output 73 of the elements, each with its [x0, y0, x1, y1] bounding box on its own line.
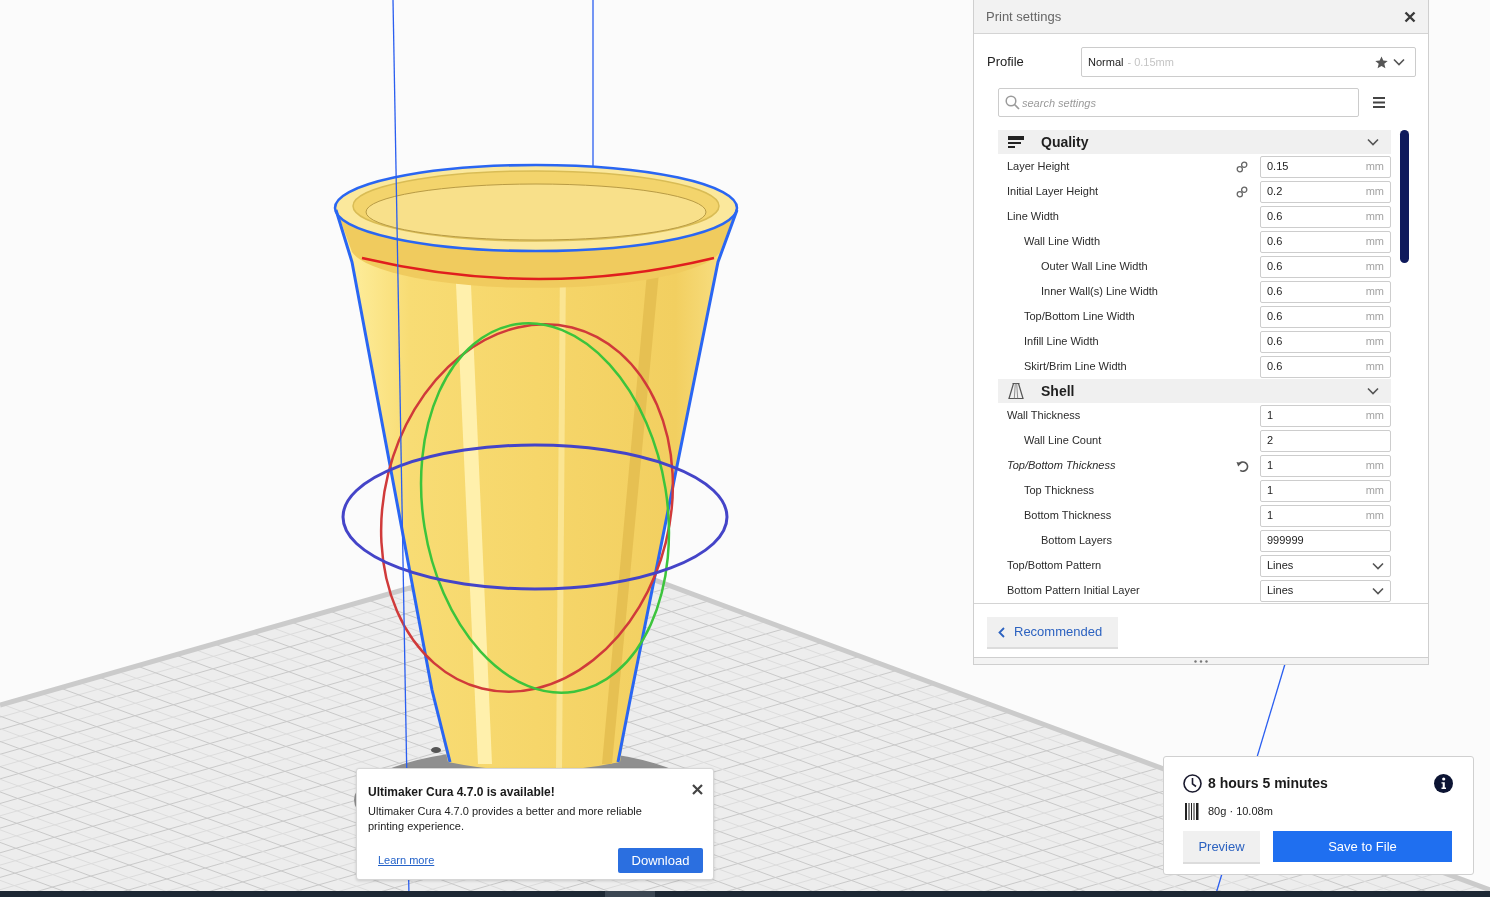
setting-label: Bottom Pattern Initial Layer: [1007, 583, 1140, 599]
setting-label: Line Width: [1007, 209, 1059, 225]
value-field[interactable]: 0.6 mm: [1260, 280, 1391, 303]
link-icon[interactable]: [1236, 160, 1248, 173]
recommended-button[interactable]: Recommended: [987, 617, 1118, 647]
setting-label: Inner Wall(s) Line Width: [1041, 284, 1158, 300]
preview-button[interactable]: Preview: [1183, 831, 1260, 862]
chevron-down-icon: [1372, 561, 1384, 570]
material-usage: 80g · 10.08m: [1208, 804, 1273, 820]
download-button[interactable]: Download: [618, 848, 703, 873]
setting-label: Bottom Layers: [1041, 533, 1112, 549]
chevron-down-icon: [1372, 586, 1384, 595]
category-title: Quality: [1041, 132, 1089, 152]
setting-label: Infill Line Width: [1024, 334, 1099, 350]
reset-icon[interactable]: [1235, 459, 1249, 472]
category-title: Shell: [1041, 381, 1075, 401]
value-field[interactable]: 0.15 mm: [1260, 155, 1391, 178]
profile-label: Profile: [987, 53, 1025, 72]
setting-label: Initial Layer Height: [1007, 184, 1099, 200]
value-field[interactable]: 2: [1260, 429, 1391, 452]
setting-label: Top Thickness: [1024, 483, 1095, 499]
setting-label: Wall Thickness: [1007, 408, 1081, 424]
value-field[interactable]: 1 mm: [1260, 504, 1391, 527]
setting-label: Wall Line Count: [1024, 433, 1102, 449]
setting-label: Skirt/Brim Line Width: [1024, 359, 1127, 375]
search-field[interactable]: search settings: [998, 88, 1359, 117]
category-header[interactable]: Quality: [998, 130, 1391, 154]
value-field[interactable]: 0.6 mm: [1260, 305, 1391, 328]
value-field[interactable]: 0.6 mm: [1260, 330, 1391, 353]
close-icon[interactable]: [1404, 10, 1416, 23]
notification-message: Ultimaker Cura 4.7.0 provides a better and more reliable printing experience.: [368, 804, 643, 834]
clock-icon: [1183, 774, 1202, 793]
setting-label: Outer Wall Line Width: [1041, 259, 1148, 275]
panel-title: Print settings: [986, 7, 1062, 26]
profile-dropdown[interactable]: Normal - 0.15mm: [1081, 47, 1416, 77]
notification-title: Ultimaker Cura 4.7.0 is available!: [368, 784, 555, 801]
setting-label: Wall Line Width: [1024, 234, 1100, 250]
learn-more-link[interactable]: Learn more: [378, 852, 435, 869]
setting-label: Top/Bottom Pattern: [1007, 558, 1102, 574]
setting-label: Bottom Thickness: [1024, 508, 1112, 524]
value-field[interactable]: 1 mm: [1260, 404, 1391, 427]
drag-handle-icon[interactable]: [1194, 659, 1208, 663]
horizontal-bars-icon: [1008, 136, 1024, 148]
rotation-ring[interactable]: [341, 443, 729, 591]
chevron-down-icon[interactable]: [1367, 138, 1379, 146]
trapezoid-icon: [1008, 382, 1024, 400]
value-field[interactable]: 0.2 mm: [1260, 180, 1391, 203]
dropdown[interactable]: Lines: [1260, 554, 1391, 577]
star-icon[interactable]: [1375, 55, 1388, 69]
link-icon[interactable]: [1236, 185, 1248, 198]
setting-label: Layer Height: [1007, 159, 1070, 175]
menu-icon[interactable]: [1373, 97, 1385, 108]
dropdown[interactable]: Lines: [1260, 579, 1391, 602]
setting-label: Top/Bottom Line Width: [1024, 309, 1135, 325]
value-field[interactable]: 0.6 mm: [1260, 255, 1391, 278]
chevron-left-icon: [998, 626, 1005, 638]
chevron-down-icon[interactable]: [1367, 387, 1379, 395]
vertical-lines-icon: [1185, 803, 1199, 820]
close-icon[interactable]: [692, 784, 703, 795]
value-field[interactable]: 999999: [1260, 529, 1391, 552]
save-to-file-button[interactable]: Save to File: [1273, 831, 1452, 862]
scrollbar[interactable]: [1400, 130, 1409, 263]
category-header[interactable]: Shell: [998, 379, 1391, 403]
value-field[interactable]: 0.6 mm: [1260, 355, 1391, 378]
chevron-down-icon: [1393, 58, 1405, 66]
value-field[interactable]: 1 mm: [1260, 479, 1391, 502]
value-field[interactable]: 0.6 mm: [1260, 230, 1391, 253]
setting-label: Top/Bottom Thickness: [1007, 458, 1116, 474]
print-time: 8 hours 5 minutes: [1208, 774, 1328, 793]
info-icon[interactable]: [1434, 774, 1453, 793]
value-field[interactable]: 0.6 mm: [1260, 205, 1391, 228]
search-icon: [1005, 95, 1020, 110]
value-field[interactable]: 1 mm: [1260, 454, 1391, 477]
